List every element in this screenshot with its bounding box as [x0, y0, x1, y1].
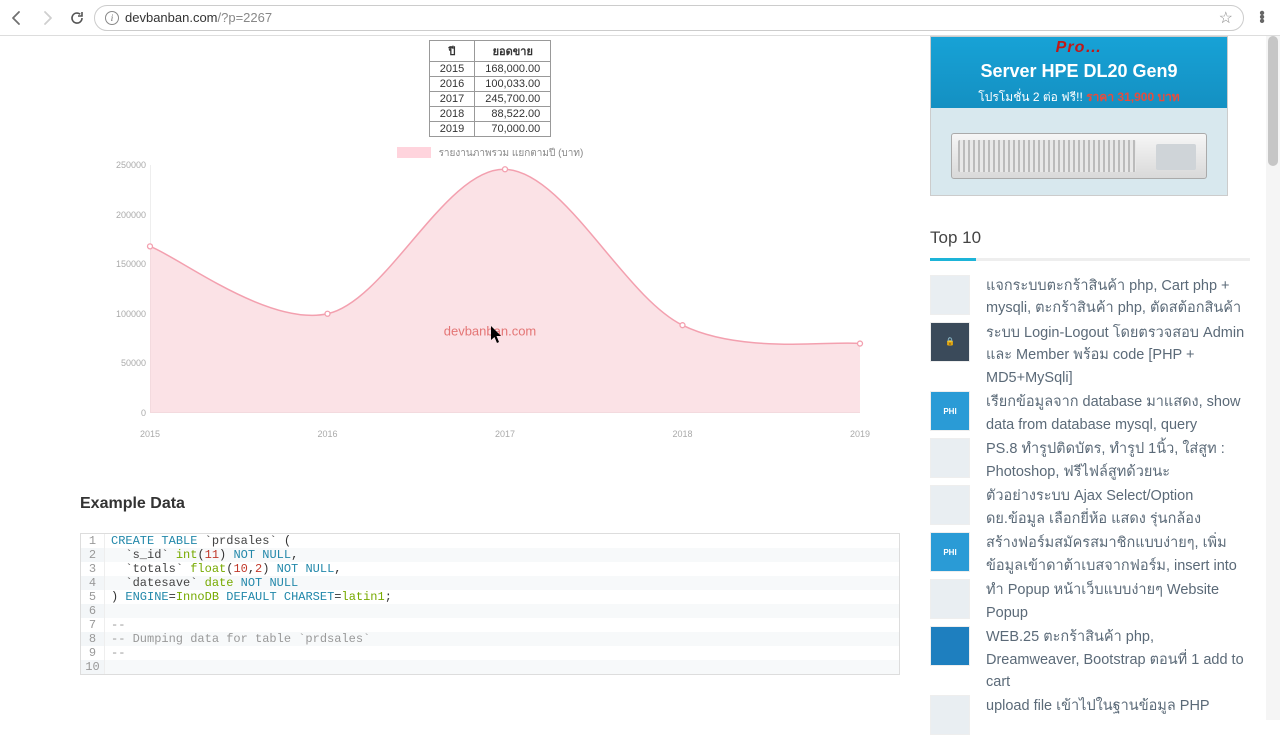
code-line: 1CREATE TABLE `prdsales` (	[81, 534, 899, 548]
code-block[interactable]: 1CREATE TABLE `prdsales` (2 `s_id` int(1…	[80, 533, 900, 675]
sales-chart: รายงานภาพรวม แยกตามปี (บาท) devbanban.co…	[120, 143, 860, 425]
top10-link[interactable]: PS.8 ทำรูปติดบัตร, ทำรูป 1นิ้ว, ใส่สูท :…	[986, 438, 1250, 483]
legend-swatch	[397, 147, 431, 158]
url-text: devbanban.com/?p=2267	[125, 10, 1213, 25]
code-line: 2 `s_id` int(11) NOT NULL,	[81, 548, 899, 562]
list-item: upload file เข้าไปในฐานข้อมูล PHP	[930, 695, 1250, 735]
browser-toolbar: i devbanban.com/?p=2267 ☆ •••	[0, 0, 1280, 36]
x-tick-label: 2018	[672, 429, 692, 439]
legend-label: รายงานภาพรวม แยกตามปี (บาท)	[439, 148, 584, 159]
list-thumb	[930, 485, 970, 525]
bookmark-star-icon[interactable]: ☆	[1219, 8, 1233, 28]
top10-link[interactable]: WEB.25 ตะกร้าสินค้า php, Dreamweaver, Bo…	[986, 626, 1250, 693]
table-row: 201888,522.00	[429, 107, 551, 122]
top10-list: แจกระบบตะกร้าสินค้า php, Cart php + mysq…	[930, 275, 1250, 735]
code-line: 4 `datesave` date NOT NULL	[81, 576, 899, 590]
server-image	[951, 133, 1207, 179]
top10-link[interactable]: สร้างฟอร์มสมัครสมาชิกแบบง่ายๆ, เพิ่มข้อม…	[986, 532, 1250, 577]
top10-link[interactable]: เรียกข้อมูลจาก database มาแสดง, show dat…	[986, 391, 1250, 436]
top10-heading: Top 10	[930, 228, 1250, 248]
list-item: แจกระบบตะกร้าสินค้า php, Cart php + mysq…	[930, 275, 1250, 320]
list-thumb: PHI	[930, 391, 970, 431]
promo-banner[interactable]: Pro… Server HPE DL20 Gen9 โปรโมชั่น 2 ต่…	[930, 36, 1228, 196]
widget-divider	[930, 258, 1250, 261]
list-item: PHI เรียกข้อมูลจาก database มาแสดง, show …	[930, 391, 1250, 436]
code-line: 10	[81, 660, 899, 674]
list-item: PS.8 ทำรูปติดบัตร, ทำรูป 1นิ้ว, ใส่สูท :…	[930, 438, 1250, 483]
top10-link[interactable]: upload file เข้าไปในฐานข้อมูล PHP	[986, 695, 1210, 735]
list-item: ตัวอย่างระบบ Ajax Select/Option ดย.ข้อมู…	[930, 485, 1250, 530]
forward-button[interactable]	[38, 9, 56, 27]
reload-button[interactable]	[68, 9, 86, 27]
list-thumb: 🔒	[930, 322, 970, 362]
code-line: 7--	[81, 618, 899, 632]
top10-link[interactable]: ทำ Popup หน้าเว็บแบบง่ายๆ Website Popup	[986, 579, 1250, 624]
page-scrollbar[interactable]	[1266, 36, 1280, 720]
list-thumb	[930, 626, 970, 666]
x-tick-label: 2019	[850, 429, 870, 439]
list-thumb	[930, 275, 970, 315]
x-tick-label: 2017	[495, 429, 515, 439]
code-line: 5) ENGINE=InnoDB DEFAULT CHARSET=latin1;	[81, 590, 899, 604]
code-line: 9--	[81, 646, 899, 660]
y-tick-label: 200000	[116, 210, 146, 220]
table-row: 2017245,700.00	[429, 92, 551, 107]
list-item: WEB.25 ตะกร้าสินค้า php, Dreamweaver, Bo…	[930, 626, 1250, 693]
list-thumb: PHI	[930, 532, 970, 572]
chart-watermark: devbanban.com	[444, 324, 537, 339]
y-tick-label: 250000	[116, 160, 146, 170]
promo-tag: Pro…	[1056, 39, 1103, 57]
site-info-icon[interactable]: i	[105, 11, 119, 25]
code-line: 8-- Dumping data for table `prdsales`	[81, 632, 899, 646]
table-row: 201970,000.00	[429, 122, 551, 137]
y-tick-label: 100000	[116, 309, 146, 319]
browser-menu-icon[interactable]: •••	[1252, 12, 1272, 24]
top10-link[interactable]: ตัวอย่างระบบ Ajax Select/Option ดย.ข้อมู…	[986, 485, 1250, 530]
table-header: ยอดขาย	[475, 41, 551, 62]
y-tick-label: 150000	[116, 259, 146, 269]
address-bar[interactable]: i devbanban.com/?p=2267 ☆	[94, 5, 1244, 31]
top10-link[interactable]: ระบบ Login-Logout โดยตรวจสอบ Admin และ M…	[986, 322, 1250, 389]
top10-link[interactable]: แจกระบบตะกร้าสินค้า php, Cart php + mysq…	[986, 275, 1250, 320]
x-tick-label: 2015	[140, 429, 160, 439]
y-tick-label: 50000	[121, 358, 146, 368]
list-item: 🔒 ระบบ Login-Logout โดยตรวจสอบ Admin และ …	[930, 322, 1250, 389]
back-button[interactable]	[8, 9, 26, 27]
code-line: 3 `totals` float(10,2) NOT NULL,	[81, 562, 899, 576]
list-item: ทำ Popup หน้าเว็บแบบง่ายๆ Website Popup	[930, 579, 1250, 624]
table-row: 2016100,033.00	[429, 77, 551, 92]
code-line: 6	[81, 604, 899, 618]
table-row: 2015168,000.00	[429, 62, 551, 77]
list-thumb	[930, 695, 970, 735]
x-tick-label: 2016	[317, 429, 337, 439]
list-thumb	[930, 438, 970, 478]
list-item: PHI สร้างฟอร์มสมัครสมาชิกแบบง่ายๆ, เพิ่มข…	[930, 532, 1250, 577]
table-header: ปี	[429, 41, 474, 62]
y-tick-label: 0	[141, 408, 146, 418]
example-heading: Example Data	[80, 495, 900, 513]
list-thumb	[930, 579, 970, 619]
sales-table: ปียอดขาย 2015168,000.002016100,033.00201…	[429, 40, 552, 137]
chart-canvas	[150, 165, 860, 413]
